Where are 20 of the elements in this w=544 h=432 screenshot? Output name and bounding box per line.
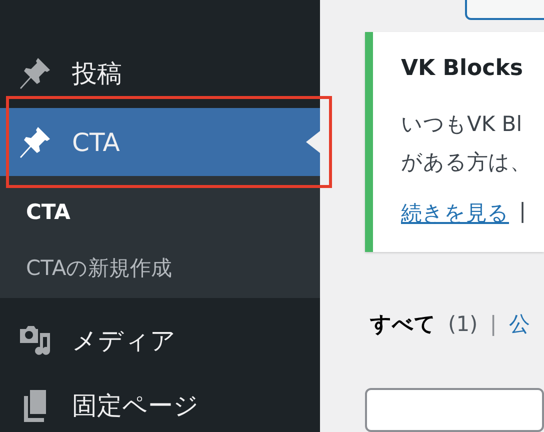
pushpin-icon: [18, 125, 52, 159]
search-field[interactable]: [365, 388, 544, 432]
filter-link[interactable]: 公: [508, 310, 530, 338]
separator: |: [519, 199, 526, 225]
count: (1): [448, 312, 478, 336]
notice-text: いつもVK Bl: [401, 111, 524, 138]
submenu-item[interactable]: CTA: [0, 198, 320, 226]
read-more-link[interactable]: 続きを見る: [401, 199, 509, 227]
sidebar-item[interactable]: 投稿: [0, 50, 320, 96]
sidebar-item[interactable]: CTA: [0, 108, 320, 176]
sidebar-item[interactable]: 固定ページ: [0, 372, 320, 432]
current-item-pointer: [306, 131, 320, 153]
submenu-item[interactable]: CTAの新規作成: [0, 254, 320, 282]
separator: |: [490, 312, 497, 336]
notice-text: がある方は、: [401, 149, 532, 176]
sidebar-item[interactable]: メディア: [0, 308, 320, 372]
pushpin-icon: [18, 56, 52, 90]
camera-music-icon: [18, 323, 52, 357]
filter-link[interactable]: すべて: [370, 310, 436, 338]
notice-title: VK Blocks: [401, 56, 524, 81]
